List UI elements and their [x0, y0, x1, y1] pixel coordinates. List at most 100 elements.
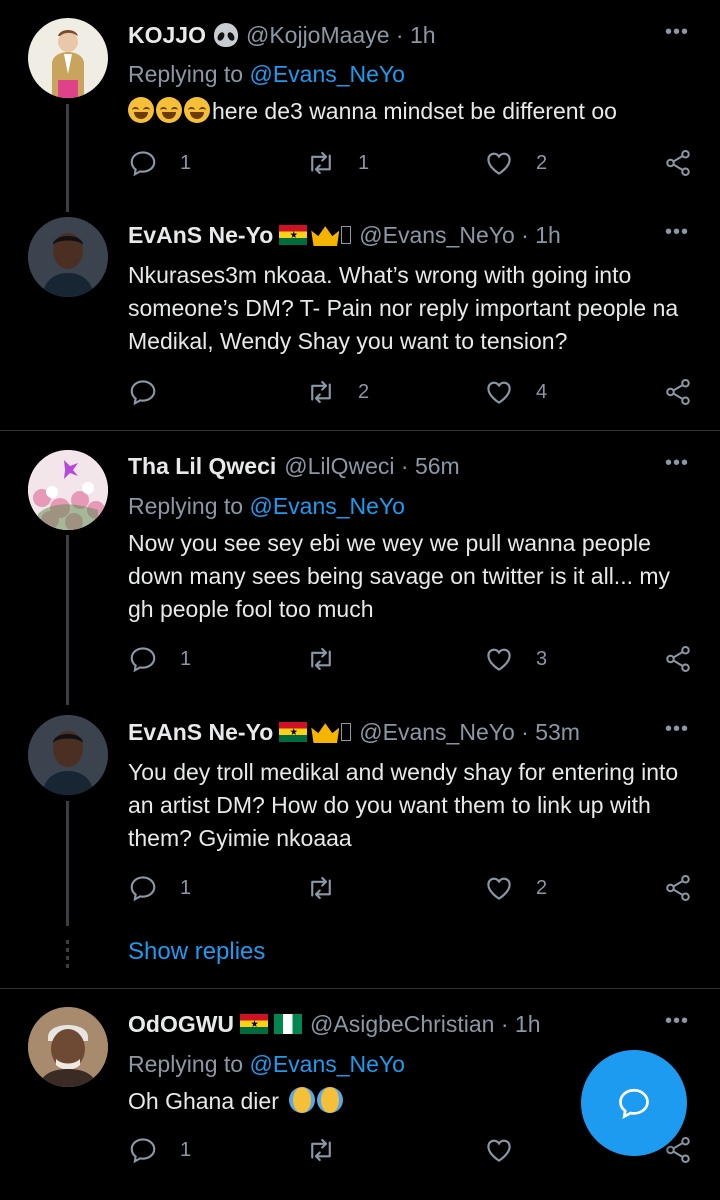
- mention-link[interactable]: @Evans_NeYo: [249, 493, 405, 519]
- tweet-text: Nkurases3m nkoaa. What’s wrong with goin…: [128, 262, 679, 354]
- thread-continuation-dots: [66, 940, 69, 970]
- reply-icon: [128, 644, 158, 674]
- replying-to: Replying to @Evans_NeYo: [128, 1051, 405, 1078]
- reply-icon: [128, 148, 158, 178]
- reply-count: 1: [180, 647, 192, 670]
- more-icon[interactable]: •••: [662, 1011, 692, 1041]
- handle-and-time[interactable]: @Evans_NeYo · 53m: [359, 719, 580, 746]
- retweet-icon: [306, 644, 336, 674]
- retweet-button[interactable]: [306, 1135, 358, 1165]
- display-name[interactable]: EvAnS Ne-Yo: [128, 719, 273, 746]
- reply-icon: [128, 1135, 158, 1165]
- tweet-actions: 2 4: [128, 377, 698, 409]
- handle-and-time[interactable]: @Evans_NeYo · 1h: [359, 222, 561, 249]
- reply-icon: [128, 873, 158, 903]
- share-icon: [663, 377, 693, 407]
- like-button[interactable]: [484, 1135, 536, 1165]
- more-icon[interactable]: •••: [662, 222, 692, 252]
- like-button[interactable]: 2: [484, 148, 547, 178]
- avatar[interactable]: [28, 1007, 108, 1087]
- retweet-button[interactable]: [306, 873, 358, 903]
- replying-to: Replying to @Evans_NeYo: [128, 493, 405, 520]
- tweet-header: OdOGWU @AsigbeChristian · 1h: [128, 1008, 650, 1040]
- show-replies-link[interactable]: Show replies: [128, 938, 265, 966]
- laughing-emoji-icon: [156, 97, 182, 123]
- handle-and-time[interactable]: @AsigbeChristian · 1h: [310, 1011, 540, 1038]
- avatar[interactable]: [28, 450, 108, 530]
- mention-link[interactable]: @Evans_NeYo: [249, 1051, 405, 1077]
- tweet[interactable]: KOJJO @KojjoMaaye · 1h ••• Replying to @…: [0, 0, 720, 212]
- like-icon: [484, 148, 514, 178]
- laughing-emoji-icon: [184, 97, 210, 123]
- retweet-icon: [306, 1135, 336, 1165]
- alien-emoji-icon: [213, 23, 238, 47]
- retweet-count: 2: [358, 380, 370, 403]
- thread-line: [66, 104, 69, 212]
- like-icon: [484, 873, 514, 903]
- display-name[interactable]: Tha Lil Qweci: [128, 453, 276, 480]
- tweet-text-content: Oh Ghana dier: [128, 1088, 279, 1114]
- reply-button[interactable]: [128, 377, 180, 407]
- share-icon: [663, 148, 693, 178]
- avatar[interactable]: [28, 715, 108, 795]
- reply-count: 1: [180, 1138, 192, 1161]
- share-button[interactable]: [663, 377, 693, 407]
- ghana-flag-icon: [279, 722, 308, 742]
- thread-line: [66, 535, 69, 705]
- laughing-emoji-icon: [128, 97, 154, 123]
- crown-icon: [311, 226, 340, 246]
- retweet-count: 1: [358, 151, 370, 174]
- reply-icon: [128, 377, 158, 407]
- tweet[interactable]: Tha Lil Qweci @LilQweci · 56m ••• Replyi…: [0, 431, 720, 705]
- tweet-actions: 1 3: [128, 644, 698, 676]
- reply-button[interactable]: 1: [128, 1135, 191, 1165]
- compose-reply-icon: [619, 1088, 649, 1119]
- reply-count: 1: [180, 876, 192, 899]
- handle-and-time[interactable]: @KojjoMaaye · 1h: [246, 22, 436, 49]
- more-icon[interactable]: •••: [662, 719, 692, 749]
- ghana-flag-icon: [240, 1014, 269, 1034]
- crown-icon: [311, 723, 340, 743]
- handle-and-time[interactable]: @LilQweci · 56m: [284, 453, 459, 480]
- tweet-text: Now you see sey ebi we wey we pull wanna…: [128, 530, 671, 622]
- share-button[interactable]: [663, 148, 693, 178]
- display-name[interactable]: KOJJO: [128, 22, 206, 49]
- display-name[interactable]: EvAnS Ne-Yo: [128, 222, 273, 249]
- like-count: 2: [536, 151, 548, 174]
- reply-button[interactable]: 1: [128, 644, 191, 674]
- tweet-header: Tha Lil Qweci @LilQweci · 56m: [128, 450, 650, 482]
- tweet-actions: 1 2: [128, 873, 698, 905]
- share-icon: [663, 873, 693, 903]
- share-button[interactable]: [663, 873, 693, 903]
- like-button[interactable]: 3: [484, 644, 547, 674]
- like-count: 2: [536, 876, 548, 899]
- retweet-icon: [306, 377, 336, 407]
- reply-button[interactable]: 1: [128, 873, 191, 903]
- reply-count: 1: [180, 151, 192, 174]
- tweet[interactable]: EvAnS Ne-Yo @Evans_NeYo · 53m ••• You de…: [0, 701, 720, 931]
- share-button[interactable]: [663, 644, 693, 674]
- retweet-button[interactable]: 2: [306, 377, 369, 407]
- reply-button[interactable]: 1: [128, 148, 191, 178]
- like-icon: [484, 644, 514, 674]
- mention-link[interactable]: @Evans_NeYo: [249, 61, 405, 87]
- replying-label: Replying to: [128, 493, 250, 519]
- replying-to: Replying to @Evans_NeYo: [128, 61, 405, 88]
- like-icon: [484, 1135, 514, 1165]
- avatar[interactable]: [28, 217, 108, 297]
- compose-reply-button[interactable]: [581, 1050, 687, 1156]
- replying-label: Replying to: [128, 1051, 250, 1077]
- share-icon: [663, 644, 693, 674]
- retweet-icon: [306, 873, 336, 903]
- like-icon: [484, 377, 514, 407]
- retweet-button[interactable]: 1: [306, 148, 369, 178]
- more-icon[interactable]: •••: [662, 453, 692, 483]
- like-button[interactable]: 2: [484, 873, 547, 903]
- avatar[interactable]: [28, 18, 108, 98]
- like-button[interactable]: 4: [484, 377, 547, 407]
- tweet[interactable]: EvAnS Ne-Yo @Evans_NeYo · 1h ••• Nkurase…: [0, 205, 720, 430]
- retweet-button[interactable]: [306, 644, 358, 674]
- replying-label: Replying to: [128, 61, 250, 87]
- more-icon[interactable]: •••: [662, 22, 692, 52]
- display-name[interactable]: OdOGWU: [128, 1011, 234, 1038]
